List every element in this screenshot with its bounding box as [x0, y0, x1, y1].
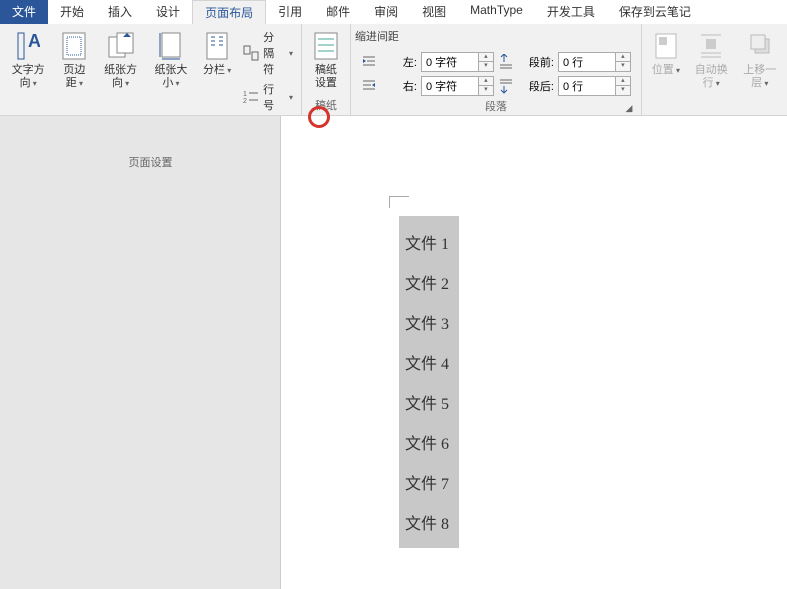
text-selection[interactable]: 文件 1 文件 2 文件 3 文件 4 文件 5 文件 6 文件 7 文件 8	[399, 216, 459, 548]
group-label-page-setup: 页面设置 ◢	[4, 152, 297, 172]
svg-text:2: 2	[243, 98, 247, 105]
margins-icon	[61, 28, 87, 64]
group-label-arrange	[646, 99, 783, 115]
tab-references[interactable]: 引用	[266, 0, 314, 24]
text-direction-button[interactable]: A 文字方向	[4, 26, 52, 92]
down-icon[interactable]: ▾	[479, 86, 493, 95]
group-label-manuscript: 稿纸	[306, 95, 346, 115]
ribbon-tabs: 文件 开始 插入 设计 页面布局 引用 邮件 审阅 视图 MathType 开发…	[0, 0, 787, 24]
editor-area: 文件 1 文件 2 文件 3 文件 4 文件 5 文件 6 文件 7 文件 8	[0, 116, 787, 589]
size-icon	[159, 28, 183, 64]
margins-button[interactable]: 页边距	[54, 26, 94, 92]
tab-review[interactable]: 审阅	[362, 0, 410, 24]
manuscript-settings-button[interactable]: 稿纸 设置	[306, 26, 346, 92]
list-item[interactable]: 文件 5	[403, 382, 455, 422]
tab-page-layout[interactable]: 页面布局	[192, 0, 266, 24]
down-icon[interactable]: ▾	[616, 62, 630, 71]
tab-home[interactable]: 开始	[48, 0, 96, 24]
position-button[interactable]: 位置	[646, 26, 686, 79]
group-page-setup: A 文字方向 页边距 纸张方向 纸张大小	[0, 24, 302, 115]
spacing-header: 间距	[377, 28, 399, 44]
breaks-button[interactable]: 分隔符	[241, 28, 295, 78]
indent-left-input[interactable]	[422, 56, 478, 68]
manuscript-icon	[313, 28, 339, 64]
list-item[interactable]: 文件 4	[403, 342, 455, 382]
line-numbers-button[interactable]: 12 行号	[241, 80, 295, 114]
line-numbers-icon: 12	[243, 89, 259, 105]
bring-forward-button[interactable]: 上移一层	[736, 26, 783, 92]
group-arrange: 位置 自动换行 上移一层	[642, 24, 787, 115]
tab-file[interactable]: 文件	[0, 0, 48, 24]
breaks-icon	[243, 45, 259, 61]
space-before-label: 段前:	[518, 54, 554, 70]
list-item[interactable]: 文件 2	[403, 262, 455, 302]
indent-right-spinner[interactable]: ▴▾	[421, 76, 494, 96]
size-button[interactable]: 纸张大小	[147, 26, 195, 92]
up-icon[interactable]: ▴	[479, 53, 493, 62]
wrap-text-button[interactable]: 自动换行	[688, 26, 735, 92]
list-item[interactable]: 文件 7	[403, 462, 455, 502]
space-after-icon	[498, 78, 514, 94]
indent-left-spinner[interactable]: ▴▾	[421, 52, 494, 72]
svg-text:1: 1	[243, 91, 247, 98]
bring-forward-icon	[747, 28, 773, 64]
list-item[interactable]: 文件 3	[403, 302, 455, 342]
indent-right-label: 右:	[381, 78, 417, 94]
ribbon: A 文字方向 页边距 纸张方向 纸张大小	[0, 24, 787, 116]
group-paragraph: 缩进 间距 左: ▴▾ 段前: ▴▾ 右: ▴▾ 段后:	[351, 24, 642, 115]
group-manuscript: 稿纸 设置 稿纸	[302, 24, 351, 115]
svg-text:A: A	[28, 31, 40, 51]
up-icon[interactable]: ▴	[479, 77, 493, 86]
indent-right-input[interactable]	[422, 80, 478, 92]
orientation-button[interactable]: 纸张方向	[96, 26, 144, 92]
space-after-input[interactable]	[559, 80, 615, 92]
tab-insert[interactable]: 插入	[96, 0, 144, 24]
down-icon[interactable]: ▾	[616, 86, 630, 95]
space-after-label: 段后:	[518, 78, 554, 94]
tab-design[interactable]: 设计	[144, 0, 192, 24]
tab-mailings[interactable]: 邮件	[314, 0, 362, 24]
tab-view[interactable]: 视图	[410, 0, 458, 24]
position-icon	[653, 28, 679, 64]
document-page[interactable]: 文件 1 文件 2 文件 3 文件 4 文件 5 文件 6 文件 7 文件 8	[280, 116, 787, 589]
up-icon[interactable]: ▴	[616, 77, 630, 86]
tab-developer[interactable]: 开发工具	[535, 0, 607, 24]
columns-icon	[205, 28, 229, 64]
wrap-text-icon	[698, 28, 724, 64]
group-label-paragraph: 段落 ◢	[355, 96, 637, 116]
paragraph-launcher[interactable]: ◢	[623, 102, 635, 114]
space-before-input[interactable]	[559, 56, 615, 68]
text-direction-icon: A	[16, 28, 40, 64]
indent-right-icon	[361, 78, 377, 94]
orientation-icon	[107, 28, 135, 64]
list-item[interactable]: 文件 1	[403, 222, 455, 262]
editor-gutter	[0, 116, 280, 589]
down-icon[interactable]: ▾	[479, 62, 493, 71]
ruler-corner	[389, 196, 409, 208]
space-before-icon	[498, 54, 514, 70]
indent-left-label: 左:	[381, 54, 417, 70]
columns-button[interactable]: 分栏	[197, 26, 237, 79]
tab-mathtype[interactable]: MathType	[458, 0, 535, 24]
space-after-spinner[interactable]: ▴▾	[558, 76, 631, 96]
tab-cloud-save[interactable]: 保存到云笔记	[607, 0, 703, 24]
up-icon[interactable]: ▴	[616, 53, 630, 62]
indent-left-icon	[361, 54, 377, 70]
space-before-spinner[interactable]: ▴▾	[558, 52, 631, 72]
indent-header: 缩进	[355, 28, 377, 44]
list-item[interactable]: 文件 6	[403, 422, 455, 462]
list-item[interactable]: 文件 8	[403, 502, 455, 542]
